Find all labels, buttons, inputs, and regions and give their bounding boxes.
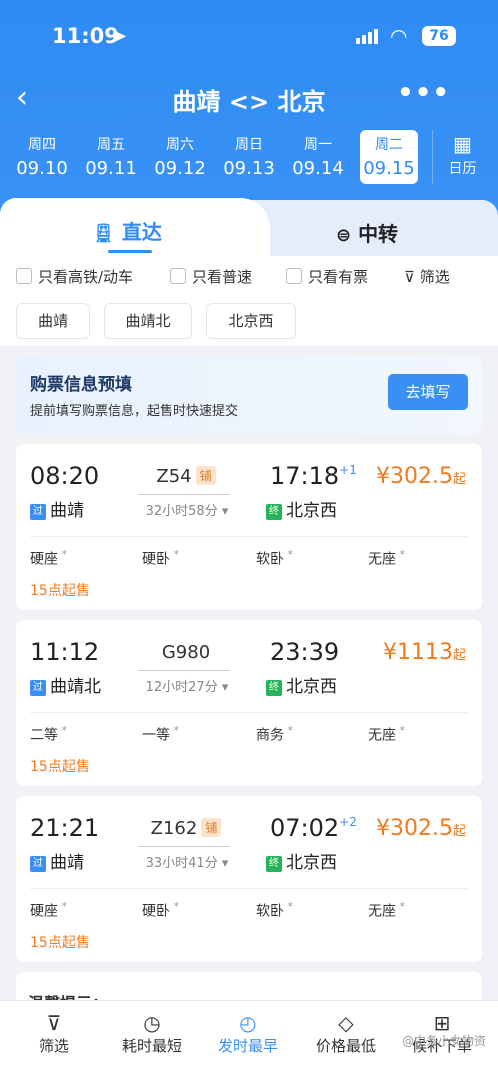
filter-pusu[interactable]: 只看普速 — [170, 266, 252, 287]
wifi-icon: ◠ — [390, 24, 408, 48]
seat-type: 硬卧 * — [142, 900, 179, 920]
train-icon: 🚆︎ — [92, 223, 115, 244]
status-bar: 11:09 ➤ ◠ 76 — [0, 22, 498, 52]
departure-time: 08:20 — [30, 462, 100, 490]
more-icon[interactable]: ••• — [397, 78, 450, 108]
arrival-time: 17:18+1 — [270, 462, 357, 490]
seat-type: 软卧 * — [256, 900, 293, 920]
date-item[interactable]: 周四 09.10 — [10, 130, 74, 184]
arrival-time: 07:02+2 — [270, 814, 357, 842]
date-item[interactable]: 周一 09.14 — [286, 130, 350, 184]
date-selector: 周四 09.10 周五 09.11 周六 09.12 周日 09.13 周一 09.14 … — [10, 130, 430, 186]
filter-youpiao[interactable]: 只看有票 — [286, 266, 368, 287]
filter-icon: ⊽ — [404, 268, 415, 286]
date-item-selected[interactable]: 周二 09.15 — [360, 130, 418, 184]
train-number: Z162 铺 — [136, 818, 236, 839]
seat-type: 无座 * — [368, 724, 405, 744]
train-number: Z54 铺 — [136, 466, 236, 487]
notice-subtitle: 提前填写购票信息，起售时快速提交 — [30, 404, 239, 419]
duration: 33小时41分 ▾ — [145, 856, 229, 871]
seat-type: 商务 * — [256, 724, 293, 744]
seat-type: 软卧 * — [256, 548, 293, 568]
train-card[interactable]: 11:12 G980 12小时27分 ▾ 23:39 ¥1113起 过曲靖北 终… — [16, 620, 482, 786]
filter-gaotie[interactable]: 只看高铁/动车 — [16, 266, 133, 287]
seat-type: 无座 * — [368, 548, 405, 568]
to-station: 终北京西 — [266, 848, 337, 873]
from-station: 过曲靖 — [30, 848, 84, 873]
price: ¥302.5起 — [376, 816, 466, 841]
from-station: 过曲靖 — [30, 496, 84, 521]
date-item[interactable]: 周六 09.12 — [148, 130, 212, 184]
signal-icon — [356, 28, 382, 44]
seat-type: 硬卧 * — [142, 548, 179, 568]
watermark: @中条小女物资 — [401, 1034, 486, 1048]
price: ¥1113起 — [382, 640, 466, 665]
sort-cheapest-button[interactable]: ◇ 价格最低 — [298, 1011, 394, 1056]
train-card[interactable]: 08:20 Z54 铺 32小时58分 ▾ 17:18+1 ¥302.5起 过曲靖… — [16, 444, 482, 610]
sort-filter-button[interactable]: ⊽ 筛选 — [6, 1011, 102, 1056]
price-tag-icon: ◇ — [338, 1011, 354, 1035]
to-station: 终北京西 — [266, 672, 337, 697]
nav-bar: ‹ 曲靖 <> 北京 ••• — [0, 78, 498, 118]
departure-time: 21:21 — [30, 814, 100, 842]
station-chip[interactable]: 北京西 — [206, 303, 296, 339]
seat-type: 无座 * — [368, 900, 405, 920]
departure-time: 11:12 — [30, 638, 100, 666]
date-item[interactable]: 周日 09.13 — [217, 130, 281, 184]
calendar-icon: ▦ — [453, 132, 472, 156]
seat-type: 二等 * — [30, 724, 67, 744]
prefill-notice: 购票信息预填 提前填写购票信息，起售时快速提交 去填写 — [16, 356, 482, 434]
sale-time: 15点起售 — [30, 759, 90, 775]
station-chip[interactable]: 曲靖北 — [104, 303, 192, 339]
status-time: 11:09 — [52, 24, 119, 48]
date-item[interactable]: 周五 09.11 — [79, 130, 143, 184]
sort-shortest-button[interactable]: ◷ 耗时最短 — [104, 1011, 200, 1056]
tab-direct[interactable]: 🚆︎ 直达 — [0, 198, 270, 260]
calendar-label: 日历 — [448, 161, 477, 177]
seat-type: 一等 * — [142, 724, 179, 744]
sort-earliest-button[interactable]: ◴ 发时最早 — [200, 1011, 296, 1056]
seat-type: 硬座 * — [30, 548, 67, 568]
main-content: 只看高铁/动车 只看普速 只看有票 ⊽ 筛选 曲靖 曲靖北 北京西 购票信息预填… — [0, 256, 498, 1036]
header-background: 11:09 ➤ ◠ 76 ‹ 曲靖 <> 北京 ••• 周四 09.10 周五 09… — [0, 0, 498, 230]
to-station: 终北京西 — [266, 496, 337, 521]
duration: 12小时27分 ▾ — [145, 680, 229, 695]
from-station: 过曲靖北 — [30, 672, 101, 697]
sale-time: 15点起售 — [30, 935, 90, 951]
train-card[interactable]: 21:21 Z162 铺 33小时41分 ▾ 07:02+2 ¥302.5起 过曲… — [16, 796, 482, 962]
seat-type: 硬座 * — [30, 900, 67, 920]
tab-transfer[interactable]: ⊜ 中转 — [250, 200, 498, 260]
station-chip[interactable]: 曲靖 — [16, 303, 90, 339]
tab-bar: ⊜ 中转 🚆︎ 直达 — [0, 198, 498, 260]
filter-icon: ⊽ — [46, 1011, 62, 1035]
battery-icon: 76 — [422, 26, 456, 46]
calendar-button[interactable]: ▦ 日历 — [432, 130, 492, 184]
transfer-icon: ⊜ — [336, 225, 352, 246]
clock-24-icon: ◴ — [239, 1011, 257, 1035]
location-arrow-icon: ➤ — [112, 26, 128, 47]
sale-time: 15点起售 — [30, 583, 90, 599]
price: ¥302.5起 — [376, 464, 466, 489]
duration: 32小时58分 ▾ — [145, 504, 229, 519]
notice-title: 购票信息预填 — [30, 375, 132, 395]
tab-underline — [108, 250, 152, 253]
prefill-button[interactable]: 去填写 — [388, 374, 468, 410]
timer-icon: ◷ — [143, 1011, 161, 1035]
arrival-time: 23:39 — [270, 638, 340, 666]
train-number: G980 — [161, 642, 211, 663]
filter-button[interactable]: ⊽ 筛选 — [404, 266, 450, 287]
